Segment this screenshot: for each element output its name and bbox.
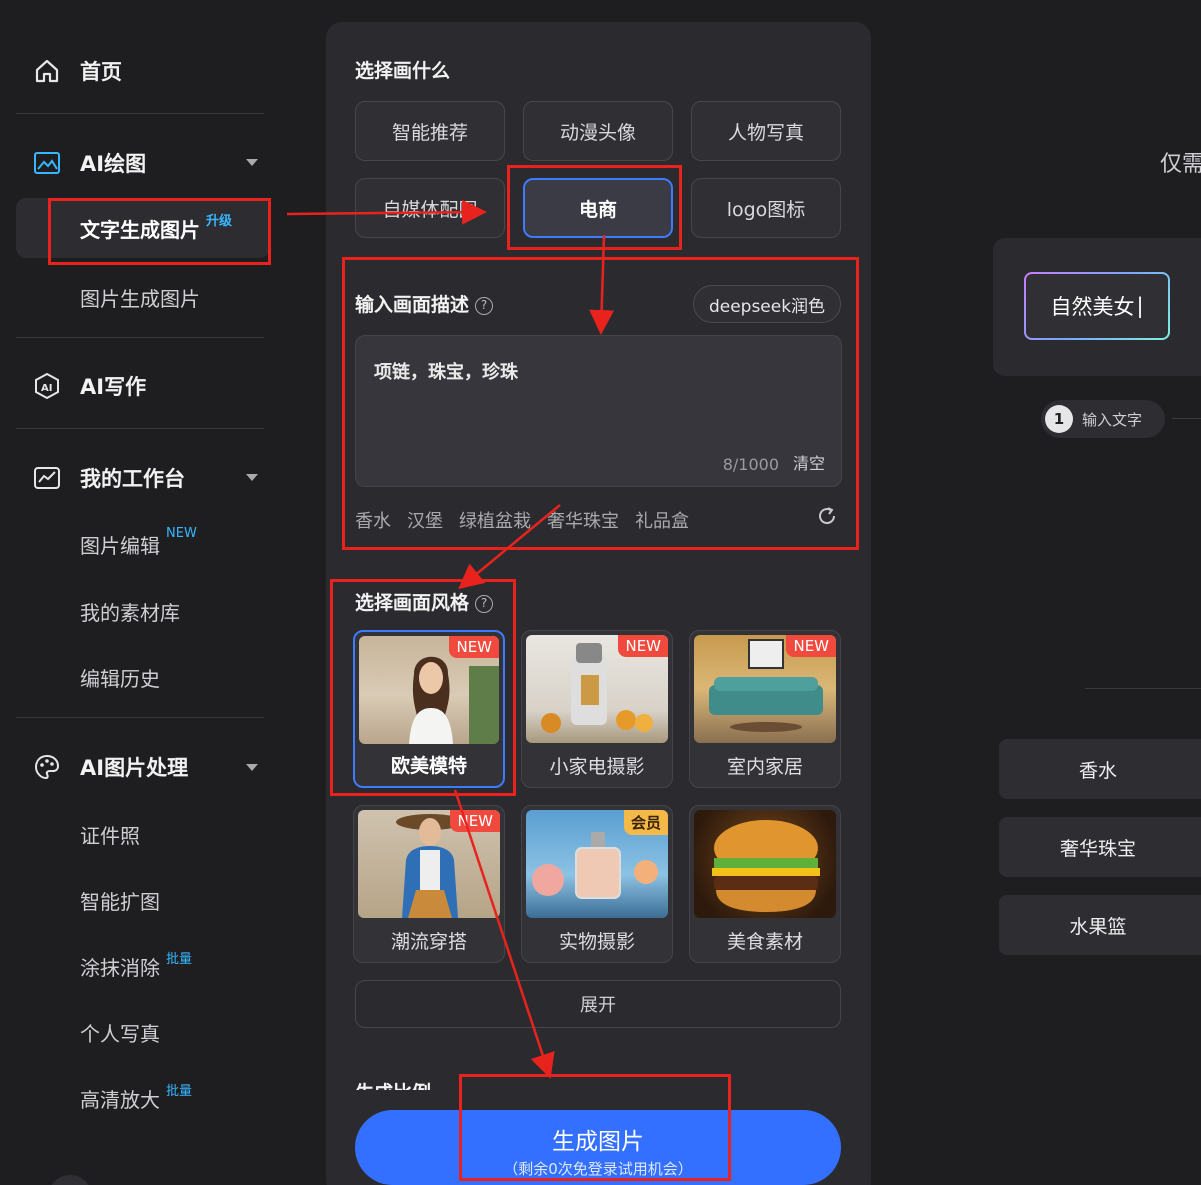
divider [16, 428, 264, 429]
batch-badge: 批量 [166, 952, 193, 967]
batch-badge: 批量 [166, 1084, 193, 1099]
connector-line [1085, 688, 1201, 689]
divider [16, 337, 264, 338]
svg-text:AI: AI [41, 383, 52, 394]
ai-write-icon: AI [32, 371, 62, 401]
style-card-small-appliance[interactable]: NEW 小家电摄影 [521, 630, 673, 788]
sidebar-item-hd-upscale[interactable]: 高清放大 批量 [80, 1084, 192, 1124]
preview-input-text: 自然美女 [1050, 295, 1135, 319]
sidebar-item-smart-expand[interactable]: 智能扩图 [80, 886, 160, 926]
nav-home-label: 首页 [80, 60, 122, 84]
step-number: 1 [1045, 405, 1073, 433]
sidebar: 首页 AI绘图 文字生成图片 升级 图片生成图片 AI AI写作 我的工作台 图… [0, 0, 290, 1185]
sidebar-item-label: 智能扩图 [80, 890, 160, 914]
annotation-box [459, 1074, 731, 1181]
expand-button[interactable]: 展开 [355, 980, 841, 1028]
palette-icon [32, 752, 62, 782]
sidebar-item-history[interactable]: 编辑历史 [80, 663, 160, 703]
connector-line [1172, 418, 1201, 419]
sidebar-item-label: 高清放大 [80, 1088, 160, 1112]
sidebar-item-label: 编辑历史 [80, 667, 160, 691]
style-label: 潮流穿搭 [390, 931, 467, 953]
new-badge: NEW [450, 810, 500, 832]
chevron-down-icon[interactable] [246, 474, 258, 481]
nav-ai-write-label: AI写作 [80, 375, 147, 399]
nav-workspace[interactable]: 我的工作台 [32, 458, 185, 498]
vip-badge: 会员 [623, 810, 668, 835]
chart-icon [32, 463, 62, 493]
section-title-choose-what: 选择画什么 [355, 60, 451, 82]
annotation-box [48, 198, 271, 265]
nav-workspace-label: 我的工作台 [80, 467, 185, 491]
sidebar-item-image-edit[interactable]: 图片编辑 NEW [80, 526, 197, 570]
sidebar-item-materials[interactable]: 我的素材库 [80, 597, 180, 637]
nav-ai-draw[interactable]: AI绘图 [32, 143, 146, 183]
category-logo[interactable]: logo图标 [691, 178, 841, 238]
divider [16, 113, 264, 114]
category-portrait[interactable]: 人物写真 [691, 101, 841, 161]
style-label: 美食素材 [726, 931, 803, 953]
nav-ai-draw-label: AI绘图 [80, 152, 147, 176]
style-label: 小家电摄影 [549, 756, 645, 778]
style-label: 实物摄影 [558, 931, 635, 953]
style-thumbnail [694, 810, 836, 918]
new-badge: NEW [166, 526, 197, 541]
annotation-box [330, 579, 516, 796]
style-card-street-fashion[interactable]: NEW 潮流穿搭 [353, 805, 505, 963]
avatar[interactable] [48, 1175, 92, 1185]
section-title-ratio: 生成比例 [355, 1078, 431, 1090]
step-label: 输入文字 [1082, 410, 1143, 429]
annotation-box [342, 257, 859, 550]
sidebar-item-label: 我的素材库 [80, 601, 180, 625]
category-anime-avatar[interactable]: 动漫头像 [523, 101, 673, 161]
nav-ai-write[interactable]: AI AI写作 [32, 366, 146, 406]
new-badge: NEW [618, 635, 668, 657]
category-smart-recommend[interactable]: 智能推荐 [355, 101, 505, 161]
nav-ai-image-process-label: AI图片处理 [80, 756, 189, 780]
annotation-box [507, 165, 682, 250]
nav-home[interactable]: 首页 [32, 51, 122, 91]
preview-heading: 仅需 [1160, 152, 1201, 177]
sidebar-item-label: 涂抹消除 [80, 956, 160, 980]
sidebar-item-label: 证件照 [80, 824, 140, 848]
sidebar-item-portrait[interactable]: 个人写真 [80, 1018, 160, 1058]
sidebar-item-label: 图片生成图片 [80, 287, 200, 311]
text-cursor: | [1136, 294, 1144, 318]
preview-step: 1 输入文字 [1041, 400, 1165, 438]
preview-suggestion[interactable]: 香水 [999, 739, 1201, 799]
preview-suggestion[interactable]: 奢华珠宝 [999, 817, 1201, 877]
style-card-interior[interactable]: NEW 室内家居 [689, 630, 841, 788]
chevron-down-icon[interactable] [246, 159, 258, 166]
preview-suggestion[interactable]: 水果篮 [999, 895, 1201, 955]
category-media-image[interactable]: 自媒体配图 [355, 178, 505, 238]
nav-ai-image-process[interactable]: AI图片处理 [32, 747, 188, 787]
home-icon [32, 56, 62, 86]
sidebar-item-label: 图片编辑 [80, 534, 160, 558]
chevron-down-icon[interactable] [246, 764, 258, 771]
new-badge: NEW [786, 635, 836, 657]
sidebar-item-id-photo[interactable]: 证件照 [80, 820, 140, 860]
sidebar-item-image-to-image[interactable]: 图片生成图片 [80, 283, 200, 323]
sidebar-item-label: 个人写真 [80, 1022, 160, 1046]
sidebar-item-erase[interactable]: 涂抹消除 批量 [80, 952, 192, 992]
picture-icon [32, 148, 62, 178]
style-card-product-photo[interactable]: 会员 实物摄影 [521, 805, 673, 963]
style-label: 室内家居 [726, 756, 803, 778]
style-card-food[interactable]: 美食素材 [689, 805, 841, 963]
preview-input: 自然美女 | [1024, 272, 1170, 340]
divider [16, 717, 264, 718]
